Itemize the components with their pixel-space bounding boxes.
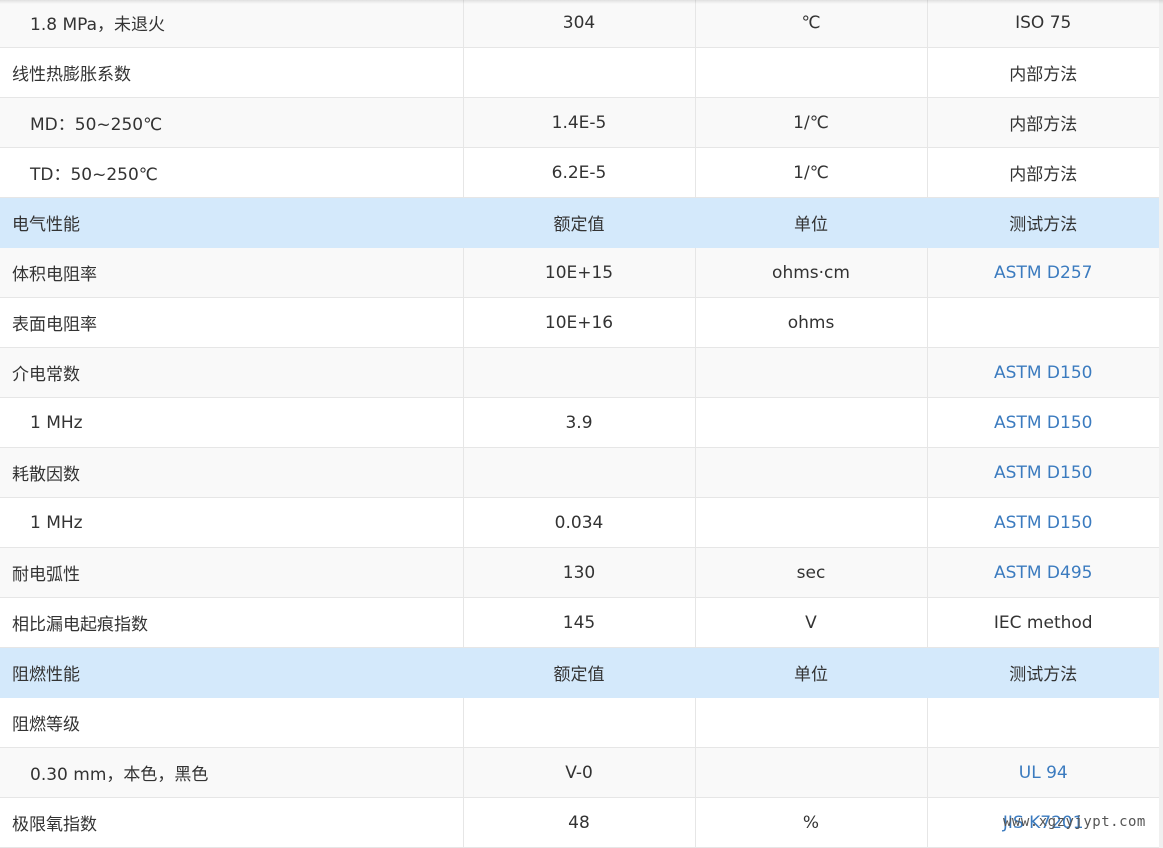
property-value: V-0	[463, 747, 696, 798]
table-row: 1.8 MPa，未退火 304 ℃ ISO 75	[0, 0, 1159, 48]
property-value: 48	[463, 797, 696, 848]
property-value: 10E+15	[463, 247, 696, 298]
property-unit	[695, 347, 928, 398]
property-name: TD：50~250℃	[0, 147, 464, 198]
property-name: 0.30 mm，本色，黑色	[0, 747, 464, 798]
property-name: 耐电弧性	[0, 547, 464, 598]
table-row: 体积电阻率 10E+15 ohms·cm ASTM D257	[0, 247, 1159, 298]
section-title: 电气性能	[0, 197, 464, 248]
property-unit	[695, 47, 928, 98]
property-name: 线性热膨胀系数	[0, 47, 464, 98]
table-row: 相比漏电起痕指数 145 V IEC method	[0, 597, 1159, 648]
table-row: 1 MHz 0.034 ASTM D150	[0, 497, 1159, 548]
column-header-method: 测试方法	[927, 197, 1159, 248]
property-name: 1 MHz	[0, 497, 464, 548]
property-unit: sec	[695, 547, 928, 598]
property-name: 1 MHz	[0, 397, 464, 448]
table-row: 极限氧指数 48 % JIS K7201	[0, 797, 1159, 848]
property-name: MD：50~250℃	[0, 97, 464, 148]
test-method: ASTM D257	[927, 247, 1159, 298]
test-method: ASTM D150	[927, 447, 1159, 498]
test-method-link[interactable]: ASTM D150	[994, 363, 1092, 383]
test-method: 内部方法	[927, 147, 1159, 198]
table-row: 0.30 mm，本色，黑色 V-0 UL 94	[0, 747, 1159, 798]
property-unit	[695, 497, 928, 548]
property-unit: ohms	[695, 297, 928, 348]
watermark: www.xgzyjypt.com	[1003, 814, 1146, 830]
column-header-unit: 单位	[695, 647, 928, 698]
property-name: 极限氧指数	[0, 797, 464, 848]
property-name: 阻燃等级	[0, 697, 464, 748]
table-row: 阻燃等级	[0, 697, 1159, 748]
column-header-unit: 单位	[695, 197, 928, 248]
test-method-link[interactable]: ASTM D257	[994, 263, 1092, 283]
table-row: 耐电弧性 130 sec ASTM D495	[0, 547, 1159, 598]
test-method: 内部方法	[927, 47, 1159, 98]
column-header-value: 额定值	[463, 197, 696, 248]
test-method: ASTM D150	[927, 397, 1159, 448]
property-value: 3.9	[463, 397, 696, 448]
property-value: 0.034	[463, 497, 696, 548]
test-method-link[interactable]: ASTM D495	[994, 563, 1092, 583]
test-method: ISO 75	[927, 0, 1159, 48]
test-method-link[interactable]: ASTM D150	[994, 413, 1092, 433]
property-value	[463, 347, 696, 398]
test-method-link[interactable]: ASTM D150	[994, 513, 1092, 533]
table-row: TD：50~250℃ 6.2E-5 1/℃ 内部方法	[0, 147, 1159, 198]
table-row: MD：50~250℃ 1.4E-5 1/℃ 内部方法	[0, 97, 1159, 148]
column-header-method: 测试方法	[927, 647, 1159, 698]
property-value	[463, 47, 696, 98]
section-title: 阻燃性能	[0, 647, 464, 698]
test-method: ASTM D150	[927, 347, 1159, 398]
column-header-value: 额定值	[463, 647, 696, 698]
property-unit: ohms·cm	[695, 247, 928, 298]
test-method: ASTM D150	[927, 497, 1159, 548]
test-method	[927, 297, 1159, 348]
property-name: 表面电阻率	[0, 297, 464, 348]
table-row: 表面电阻率 10E+16 ohms	[0, 297, 1159, 348]
property-name: 相比漏电起痕指数	[0, 597, 464, 648]
property-unit	[695, 747, 928, 798]
property-value: 6.2E-5	[463, 147, 696, 198]
property-unit	[695, 697, 928, 748]
property-value	[463, 697, 696, 748]
property-value: 1.4E-5	[463, 97, 696, 148]
property-value: 304	[463, 0, 696, 48]
property-unit: 1/℃	[695, 97, 928, 148]
test-method: UL 94	[927, 747, 1159, 798]
property-value	[463, 447, 696, 498]
property-unit	[695, 447, 928, 498]
table-row: 线性热膨胀系数 内部方法	[0, 47, 1159, 98]
property-name: 耗散因数	[0, 447, 464, 498]
section-header-electrical: 电气性能 额定值 单位 测试方法	[0, 197, 1159, 248]
property-unit	[695, 397, 928, 448]
section-header-flame: 阻燃性能 额定值 单位 测试方法	[0, 647, 1159, 698]
property-unit: V	[695, 597, 928, 648]
table-row: 介电常数 ASTM D150	[0, 347, 1159, 398]
property-name: 介电常数	[0, 347, 464, 398]
property-name: 1.8 MPa，未退火	[0, 0, 464, 48]
test-method-link[interactable]: ASTM D150	[994, 463, 1092, 483]
test-method	[927, 697, 1159, 748]
property-value: 145	[463, 597, 696, 648]
property-value: 10E+16	[463, 297, 696, 348]
test-method: 内部方法	[927, 97, 1159, 148]
property-unit: 1/℃	[695, 147, 928, 198]
test-method-link[interactable]: UL 94	[1019, 763, 1068, 783]
test-method: ASTM D495	[927, 547, 1159, 598]
test-method: IEC method	[927, 597, 1159, 648]
property-value: 130	[463, 547, 696, 598]
table-row: 耗散因数 ASTM D150	[0, 447, 1159, 498]
properties-table: 1.8 MPa，未退火 304 ℃ ISO 75 线性热膨胀系数 内部方法 MD…	[0, 0, 1159, 848]
property-unit: %	[695, 797, 928, 848]
property-unit: ℃	[695, 0, 928, 48]
property-name: 体积电阻率	[0, 247, 464, 298]
scrollbar-track[interactable]	[1159, 0, 1163, 848]
table-row: 1 MHz 3.9 ASTM D150	[0, 397, 1159, 448]
